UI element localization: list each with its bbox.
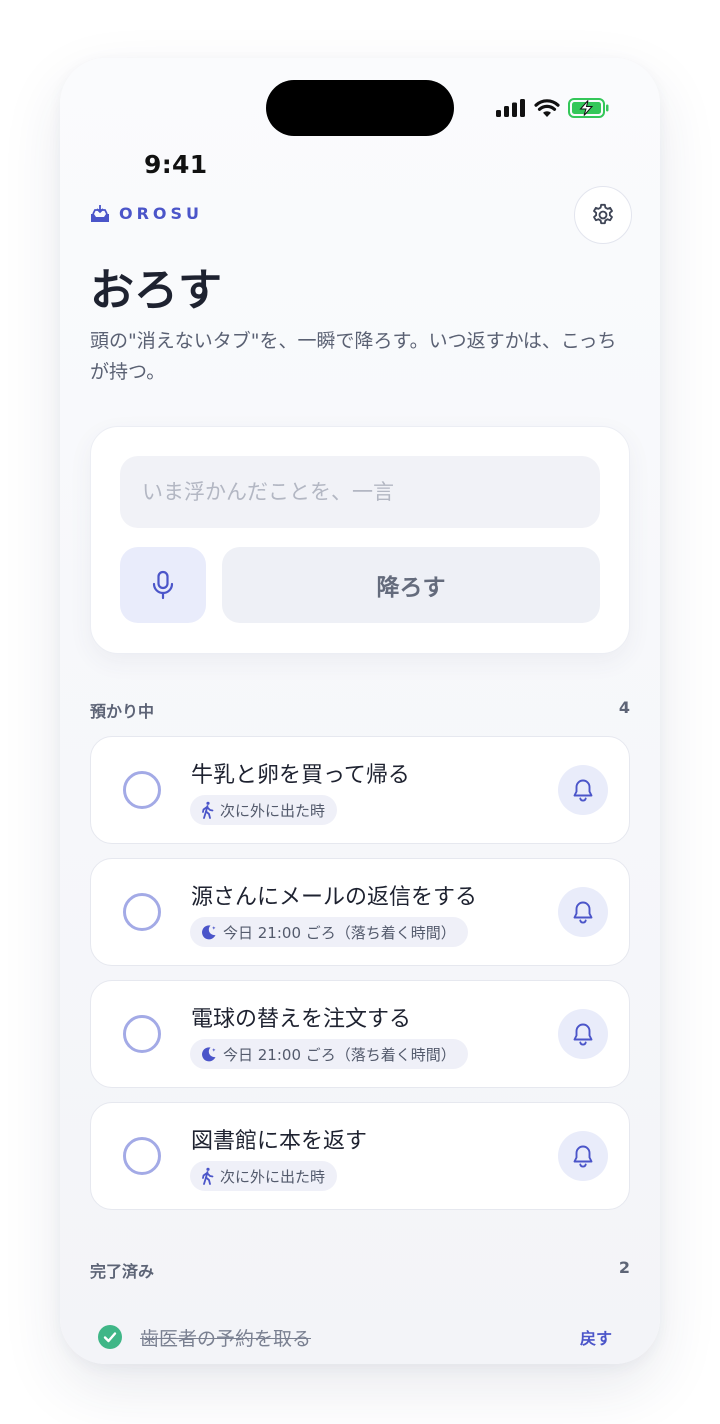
signal-icon bbox=[496, 99, 525, 117]
task-checkbox[interactable] bbox=[123, 893, 161, 931]
status-icons bbox=[496, 98, 610, 118]
page-subtitle: 頭の"消えないタブ"を、一瞬で降ろす。いつ返すかは、こっちが持つ。 bbox=[90, 330, 617, 383]
page-title: おろす bbox=[90, 265, 222, 316]
brand-name: OROSU bbox=[119, 204, 204, 223]
reminder-bell-button[interactable] bbox=[558, 1131, 608, 1181]
bell-icon bbox=[573, 1023, 593, 1046]
wifi-icon bbox=[534, 98, 560, 117]
undo-button[interactable]: 戻す bbox=[580, 1325, 612, 1349]
composer-card: 降ろす bbox=[90, 426, 630, 654]
reminder-bell-button[interactable] bbox=[558, 765, 608, 815]
task-when-chip: 次に外に出た時 bbox=[190, 1161, 338, 1191]
dynamic-island bbox=[266, 80, 454, 136]
thought-input[interactable] bbox=[120, 456, 600, 528]
walking-icon bbox=[202, 1167, 214, 1185]
moon-icon bbox=[202, 924, 216, 939]
reminder-bell-button[interactable] bbox=[558, 1009, 608, 1059]
walking-icon bbox=[202, 801, 214, 819]
phone-frame: 9:41 OROSU おろす 頭の"消えないタブ"を、一瞬で降ろす。いつ返すかは… bbox=[60, 58, 660, 1364]
inbox-tray-icon bbox=[91, 204, 109, 222]
done-section-count: 2 bbox=[618, 1258, 630, 1277]
active-section-header: 預かり中 4 bbox=[90, 698, 630, 722]
task-when-label: 次に外に出た時 bbox=[220, 801, 326, 820]
done-section-header: 完了済み 2 bbox=[90, 1258, 630, 1282]
task-checkbox[interactable] bbox=[123, 1137, 161, 1175]
gear-icon bbox=[593, 203, 613, 225]
done-section-label: 完了済み bbox=[90, 1262, 155, 1281]
submit-button[interactable]: 降ろす bbox=[222, 547, 600, 623]
bell-icon bbox=[573, 901, 593, 924]
status-time: 9:41 bbox=[144, 150, 208, 179]
task-card: 図書館に本を返す 次に外に出た時 bbox=[90, 1102, 630, 1210]
check-icon bbox=[98, 1325, 122, 1349]
battery-charging-icon bbox=[568, 98, 609, 118]
task-when-label: 今日 21:00 ごろ（落ち着く時間） bbox=[223, 1045, 456, 1064]
reminder-bell-button[interactable] bbox=[558, 887, 608, 937]
mic-button[interactable] bbox=[120, 547, 206, 623]
task-title: 電球の替えを注文する bbox=[191, 1007, 412, 1032]
task-when-chip: 今日 21:00 ごろ（落ち着く時間） bbox=[190, 1039, 468, 1069]
task-when-chip: 今日 21:00 ごろ（落ち着く時間） bbox=[190, 917, 468, 947]
task-title: 源さんにメールの返信をする bbox=[191, 885, 478, 910]
task-checkbox[interactable] bbox=[123, 1015, 161, 1053]
task-title: 牛乳と卵を買って帰る bbox=[191, 763, 410, 788]
task-title: 図書館に本を返す bbox=[191, 1129, 368, 1154]
task-when-label: 今日 21:00 ごろ（落ち着く時間） bbox=[223, 923, 456, 942]
active-section-count: 4 bbox=[618, 698, 630, 717]
settings-button[interactable] bbox=[574, 186, 632, 244]
brand: OROSU bbox=[90, 204, 203, 223]
bell-icon bbox=[573, 1145, 593, 1168]
done-item-title: 歯医者の予約を取る bbox=[140, 1328, 312, 1350]
bell-icon bbox=[573, 779, 593, 802]
done-item: 歯医者の予約を取る 戻す bbox=[98, 1322, 618, 1352]
task-when-label: 次に外に出た時 bbox=[220, 1167, 326, 1186]
task-card: 牛乳と卵を買って帰る 次に外に出た時 bbox=[90, 736, 630, 844]
task-when-chip: 次に外に出た時 bbox=[190, 795, 338, 825]
active-section-label: 預かり中 bbox=[90, 702, 155, 721]
task-checkbox[interactable] bbox=[123, 771, 161, 809]
task-card: 電球の替えを注文する 今日 21:00 ごろ（落ち着く時間） bbox=[90, 980, 630, 1088]
moon-icon bbox=[202, 1046, 216, 1061]
microphone-icon bbox=[152, 570, 174, 600]
task-card: 源さんにメールの返信をする 今日 21:00 ごろ（落ち着く時間） bbox=[90, 858, 630, 966]
